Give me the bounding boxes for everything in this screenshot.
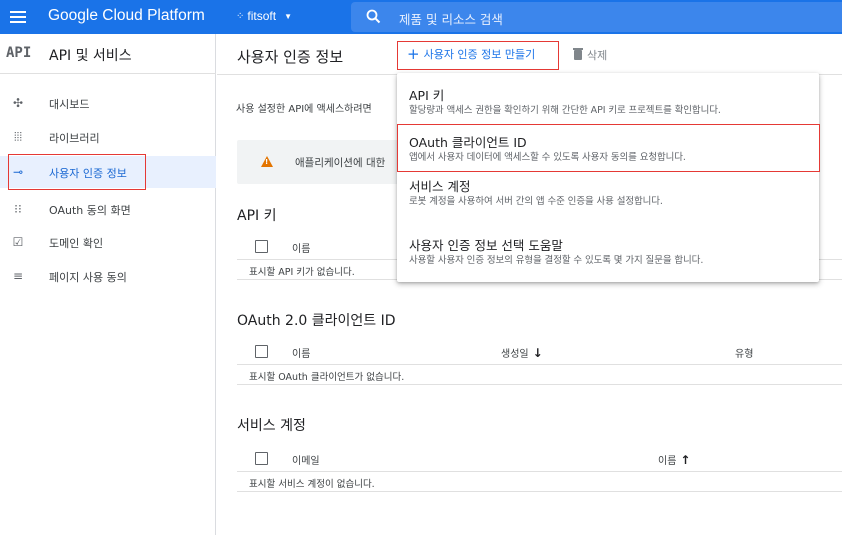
section-title-oauth: OAuth 2.0 클라이언트 ID	[237, 313, 396, 329]
search-placeholder: 제품 및 리소스 검색	[399, 12, 503, 27]
arrow-up-icon: ↑	[680, 452, 691, 467]
page-settings-icon: ≡	[12, 269, 24, 283]
page-title: 사용자 인증 정보	[237, 48, 344, 66]
highlight-box-create	[397, 41, 559, 70]
sidebar-item-label: 도메인 확인	[49, 237, 104, 250]
delete-label: 삭제	[587, 49, 608, 62]
warning-icon	[261, 156, 273, 167]
column-header-created-label: 생성일	[501, 349, 529, 360]
consent-icon: ⁝⁝	[14, 202, 22, 216]
select-all-checkbox[interactable]	[255, 345, 268, 358]
sidebar-item-oauth-consent[interactable]: ⁝⁝ OAuth 동의 화면	[0, 193, 216, 225]
search-bar[interactable]: 제품 및 리소스 검색	[351, 2, 842, 32]
trash-icon	[573, 48, 583, 60]
project-icon: ⁘	[236, 10, 244, 22]
column-header-name[interactable]: 이름 ↑	[658, 452, 691, 468]
section-title-service-accounts: 서비스 계정	[237, 418, 306, 434]
sidebar: API API 및 서비스 ✣ 대시보드 ⦙⦙⦙ 라이브러리 ⊸ 사용자 인증 …	[0, 34, 216, 535]
sidebar-title: API 및 서비스	[49, 48, 132, 64]
brand-title[interactable]: Google Cloud Platform	[48, 7, 205, 25]
table-header-oauth: 이름 생성일 ↓ 유형	[237, 337, 842, 365]
sidebar-item-page-usage[interactable]: ≡ 페이지 사용 동의	[0, 260, 216, 292]
empty-row-service-accounts: 표시할 서비스 계정이 없습니다.	[237, 472, 842, 492]
column-header-name-label: 이름	[658, 456, 677, 467]
column-header-name[interactable]: 이름	[292, 345, 310, 360]
select-all-checkbox[interactable]	[255, 452, 268, 465]
sidebar-item-dashboard[interactable]: ✣ 대시보드	[0, 87, 216, 119]
top-app-bar: Google Cloud Platform ⁘ fitsoft ▼ 제품 및 리…	[0, 0, 842, 34]
sidebar-item-domain-verification[interactable]: ☑ 도메인 확인	[0, 226, 216, 258]
warning-text: 애플리케이션에 대한	[295, 157, 386, 169]
sidebar-item-label: 페이지 사용 동의	[49, 271, 127, 284]
menu-item-description: 사용할 사용자 인증 정보의 유형을 결정할 수 있도록 몇 가지 질문을 합니…	[409, 255, 704, 266]
highlight-box-oauth	[397, 124, 820, 172]
empty-message: 표시할 서비스 계정이 없습니다.	[249, 479, 375, 490]
search-icon	[366, 9, 381, 24]
select-all-checkbox[interactable]	[255, 240, 268, 253]
sidebar-item-label: 라이브러리	[49, 132, 100, 145]
api-logo: API	[6, 45, 32, 61]
menu-item-api-key[interactable]: API 키 할당량과 액세스 권한을 확인하기 위해 간단한 API 키로 프로…	[397, 85, 819, 119]
column-header-created[interactable]: 생성일 ↓	[501, 345, 543, 361]
menu-item-description: 로봇 계정을 사용하여 서버 간의 앱 수준 인증을 사용 설정합니다.	[409, 196, 663, 207]
sidebar-item-label: 대시보드	[49, 98, 90, 111]
arrow-down-icon: ↓	[532, 345, 543, 360]
library-icon: ⦙⦙⦙	[13, 130, 23, 144]
sidebar-item-library[interactable]: ⦙⦙⦙ 라이브러리	[0, 121, 216, 153]
highlight-box-credentials	[8, 154, 146, 190]
chevron-down-icon: ▼	[284, 11, 292, 21]
create-credentials-menu: API 키 할당량과 액세스 권한을 확인하기 위해 간단한 API 키로 프로…	[397, 73, 819, 282]
dashboard-icon: ✣	[12, 96, 24, 110]
menu-item-credential-help[interactable]: 사용자 인증 정보 선택 도움말 사용할 사용자 인증 정보의 유형을 결정할 …	[397, 235, 819, 269]
column-header-type[interactable]: 유형	[735, 345, 753, 360]
description-text: 사용 설정한 API에 액세스하려면	[236, 104, 372, 115]
menu-item-description: 할당량과 액세스 권한을 확인하기 위해 간단한 API 키로 프로젝트를 확인…	[409, 105, 721, 116]
project-name: fitsoft	[247, 9, 277, 23]
column-header-name[interactable]: 이름	[292, 240, 310, 255]
empty-message: 표시할 API 키가 없습니다.	[249, 267, 355, 278]
project-selector[interactable]: ⁘ fitsoft ▼	[236, 9, 292, 23]
menu-item-service-account[interactable]: 서비스 계정 로봇 계정을 사용하여 서버 간의 앱 수준 인증을 사용 설정합…	[397, 176, 819, 210]
sidebar-item-label: OAuth 동의 화면	[49, 204, 131, 217]
column-header-email[interactable]: 이메일	[292, 452, 320, 467]
empty-message: 표시할 OAuth 클라이언트가 없습니다.	[249, 372, 405, 383]
domain-check-icon: ☑	[12, 235, 24, 249]
delete-button[interactable]: 삭제	[573, 47, 608, 63]
empty-row-oauth: 표시할 OAuth 클라이언트가 없습니다.	[237, 365, 842, 385]
table-header-service-accounts: 이메일 이름 ↑	[237, 444, 842, 472]
menu-icon[interactable]	[10, 8, 28, 26]
section-title-api-keys: API 키	[237, 208, 277, 224]
sidebar-header: API API 및 서비스	[0, 34, 216, 74]
